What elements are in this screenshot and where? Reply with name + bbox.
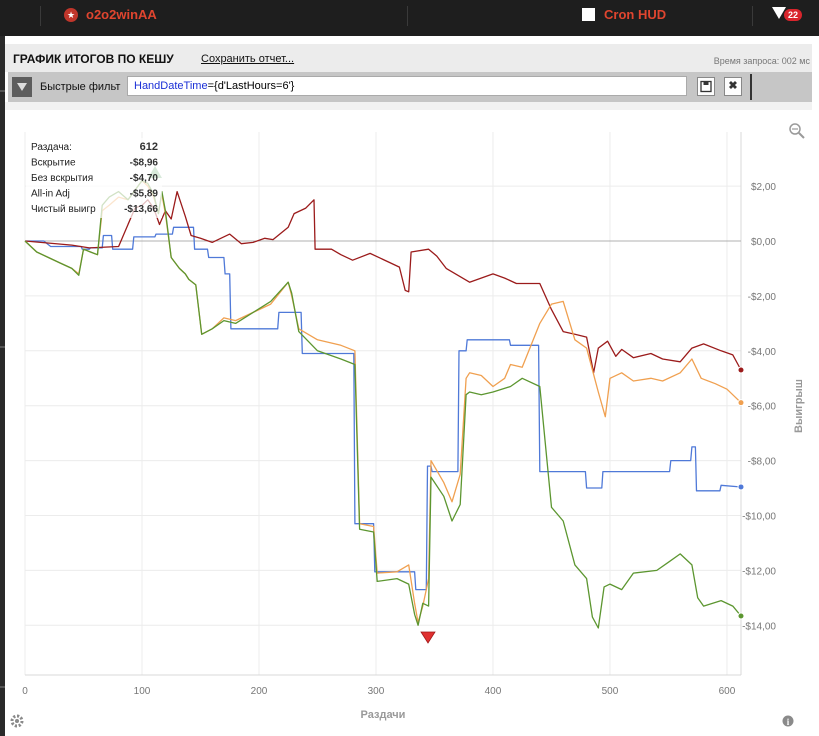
x-tick-label: 100 <box>134 686 151 697</box>
x-tick-label: 400 <box>485 686 502 697</box>
tooltip-value: -$13,66 <box>124 204 158 215</box>
tooltip-value: -$8,96 <box>130 158 159 169</box>
min-marker-icon <box>420 631 436 644</box>
zoom-icon[interactable] <box>789 123 805 139</box>
x-tick-label: 500 <box>602 686 619 697</box>
x-tick-label: 200 <box>251 686 268 697</box>
winnings-chart: 0 100 200 300 400 500 600 $2,00 $0,00 -$2,00 -$4,… <box>10 123 805 728</box>
info-icon[interactable]: i <box>782 715 794 728</box>
series-end-point <box>737 483 745 491</box>
y-tick-label: -$12,00 <box>742 566 776 577</box>
y-tick-label: -$8,00 <box>748 457 777 468</box>
y-tick-label: -$4,00 <box>748 347 777 358</box>
tooltip-label: Без вскрытия <box>31 173 93 184</box>
series-end-point <box>737 366 745 374</box>
tooltip-label: All-in Adj <box>31 189 70 200</box>
y-axis: $2,00 $0,00 -$2,00 -$4,00 -$6,00 -$8,00 -$10,0… <box>742 182 776 632</box>
series-end-point <box>737 399 745 407</box>
x-tick-label: 0 <box>22 686 28 697</box>
y-tick-label: -$10,00 <box>742 512 776 523</box>
tooltip-label: Чистый выигр <box>31 204 96 215</box>
tooltip-label: Вскрытие <box>31 158 76 169</box>
series-end-point <box>737 612 745 620</box>
y-tick-label: $2,00 <box>751 182 776 193</box>
y-tick-label: -$2,00 <box>748 292 777 303</box>
hover-tooltip: Раздача: 612 Вскрытие -$8,96 Без вскрытия -$4… <box>26 138 162 218</box>
chart-series <box>24 179 745 629</box>
tooltip-value: -$5,89 <box>130 189 159 200</box>
y-tick-label: -$14,00 <box>742 621 776 632</box>
settings-gear-icon[interactable] <box>10 714 24 728</box>
tooltip-label: Раздача: <box>31 142 72 153</box>
series-line <box>25 226 742 591</box>
x-axis: 0 100 200 300 400 500 600 <box>22 686 736 697</box>
y-axis-title: Выигрыш <box>793 379 805 433</box>
x-tick-label: 300 <box>368 686 385 697</box>
tooltip-value: 612 <box>140 141 158 153</box>
tooltip-value: -$4,70 <box>130 173 159 184</box>
x-tick-label: 600 <box>719 686 736 697</box>
y-tick-label: $0,00 <box>751 237 776 248</box>
y-tick-label: -$6,00 <box>748 402 777 413</box>
series-line <box>24 190 742 374</box>
x-axis-title: Раздачи <box>361 709 406 721</box>
